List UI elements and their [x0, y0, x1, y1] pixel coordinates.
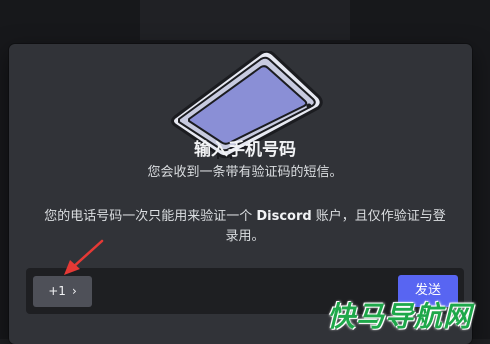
notice-text-start: 您的电话号码一次只能用来验证一个	[44, 209, 256, 224]
chevron-right-icon: ›	[72, 276, 77, 307]
watermark-logo: 快马导航网	[327, 295, 472, 335]
modal-subtitle: 您会收到一条带有验证码的短信。	[0, 164, 490, 182]
background-panel-top	[140, 0, 350, 40]
modal-title: 输入手机号码	[0, 138, 490, 162]
country-code-label: +1	[48, 284, 66, 298]
country-code-button[interactable]: +1 ›	[33, 276, 92, 307]
red-arrow-icon	[58, 238, 108, 278]
notice-brand: Discord	[256, 209, 311, 224]
